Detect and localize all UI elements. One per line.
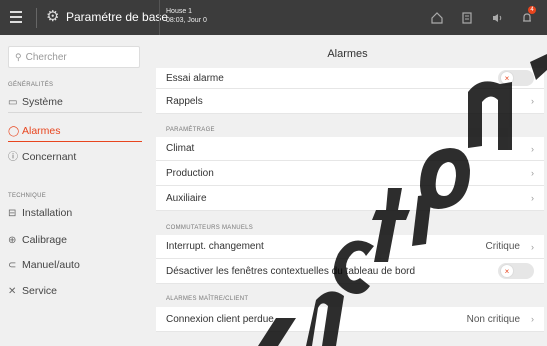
chevron-right-icon: › [531, 143, 534, 154]
sidebar-item-label: Manuel/auto [22, 259, 80, 271]
row-label: Rappels [166, 95, 203, 107]
top-bar: ⚙ Paramétre de base House 1 08:03, Jour … [0, 0, 547, 35]
sidebar-item-label: Calibrage [22, 234, 67, 246]
chevron-right-icon: › [531, 314, 534, 324]
divider [8, 112, 142, 113]
notification-badge: 4 [528, 5, 536, 14]
house-time: 08:03, Jour 0 [166, 17, 207, 24]
sidebar-item-label: Alarmes [22, 125, 61, 137]
sidebar-item-service[interactable]: ✕ Service [8, 281, 142, 301]
info-icon: ⓘ [8, 152, 18, 163]
sidebar-item-manuel-auto[interactable]: ⊂ Manuel/auto [8, 255, 142, 275]
panel-title: Alarmes [327, 48, 368, 60]
sidebar-item-alarmes[interactable]: ◯ Alarmes [8, 121, 142, 142]
page-title: Paramétre de base [66, 10, 169, 24]
row-climat[interactable]: Climat › [156, 137, 544, 161]
row-value: Critique [485, 241, 520, 252]
toggle-icon: ⊂ [8, 260, 17, 271]
wrench-icon: ✕ [8, 286, 17, 297]
house-name: House 1 [166, 8, 193, 15]
row-label: Connexion client perdue [166, 313, 274, 325]
row-label: Climat [166, 143, 195, 154]
monitor-icon: ▭ [8, 97, 18, 108]
hamburger-menu-icon[interactable] [10, 11, 22, 23]
document-icon[interactable] [455, 6, 479, 30]
sidebar-item-calibrage[interactable]: ⊕ Calibrage [8, 230, 142, 250]
row-interrupt-changement[interactable]: Interrupt. changement Critique › [156, 235, 544, 259]
row-label: Essai alarme [166, 72, 224, 84]
row-label: Interrupt. changement [166, 241, 264, 252]
chevron-right-icon: › [531, 241, 534, 252]
sidebar: ⚲ Chercher GÉNÉRALITÉS ▭ Système ◯ Alarmes … [0, 44, 147, 346]
main-panel: Alarmes Essai alarme × Rappels › PARAMÉT… [148, 44, 547, 346]
search-icon: ⚲ [15, 52, 22, 62]
search-input[interactable]: ⚲ Chercher [8, 46, 140, 68]
divider [159, 0, 160, 35]
chevron-right-icon: › [531, 96, 534, 106]
alarm-icon: ◯ [8, 126, 20, 137]
sidebar-item-label: Concernant [22, 151, 77, 163]
row-connexion-client[interactable]: Connexion client perdue Non critique › [156, 307, 544, 332]
desactiver-fenetres-toggle[interactable]: × [498, 263, 534, 279]
top-bar-left: ⚙ Paramétre de base [0, 0, 168, 35]
gear-icon: ⚙ [46, 8, 60, 25]
row-production[interactable]: Production › [156, 161, 544, 186]
separator [36, 8, 37, 28]
chevron-right-icon: › [531, 193, 534, 203]
group-label-commutateurs: COMMUTATEURS MANUELS [166, 225, 254, 231]
row-label: Production [166, 167, 214, 179]
section-label-generalites: GÉNÉRALITÉS [8, 82, 54, 88]
sidebar-item-systeme[interactable]: ▭ Système [8, 92, 142, 112]
sidebar-item-concernant[interactable]: ⓘ Concernant [8, 147, 142, 167]
row-value: Non critique [466, 313, 520, 325]
close-icon: × [500, 264, 514, 278]
row-desactiver-fenetres[interactable]: Désactiver les fenêtres contextuelles du… [156, 259, 544, 284]
chevron-right-icon: › [531, 168, 534, 178]
installation-icon: ⊟ [8, 208, 17, 219]
sidebar-item-label: Service [22, 285, 58, 297]
house-info[interactable]: House 1 08:03, Jour 0 [166, 7, 207, 25]
sidebar-item-label: Système [22, 96, 63, 108]
close-icon: × [500, 71, 514, 85]
sidebar-item-installation[interactable]: ⊟ Installation [8, 203, 142, 223]
row-rappels[interactable]: Rappels › [156, 89, 544, 114]
row-label: Auxiliaire [166, 192, 207, 204]
row-essai-alarme[interactable]: Essai alarme × [156, 68, 544, 89]
home-icon[interactable] [425, 6, 449, 30]
speaker-icon[interactable] [485, 6, 509, 30]
bell-icon[interactable]: 4 [515, 5, 539, 30]
search-placeholder: Chercher [25, 52, 67, 63]
calibrate-icon: ⊕ [8, 235, 17, 246]
row-auxiliaire[interactable]: Auxiliaire › [156, 186, 544, 211]
essai-alarme-toggle[interactable]: × [498, 70, 534, 86]
top-bar-icons: 4 [419, 0, 539, 35]
section-label-technique: TECHNIQUE [8, 193, 47, 199]
group-label-parametrage: PARAMÉTRAGE [166, 127, 215, 133]
sidebar-item-label: Installation [22, 207, 73, 219]
group-label-maitre-client: ALARMES MAÎTRE/CLIENT [166, 296, 249, 302]
row-label: Désactiver les fenêtres contextuelles du… [166, 265, 416, 277]
